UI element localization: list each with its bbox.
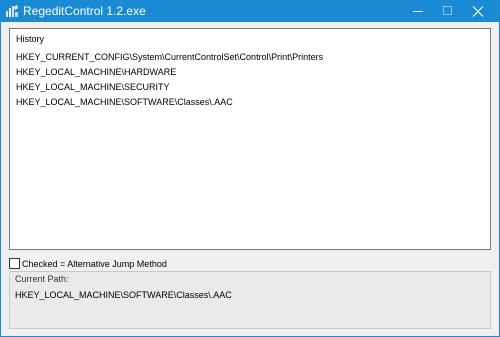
history-item[interactable]: HKEY_LOCAL_MACHINE\SECURITY [16, 80, 323, 95]
alt-jump-label[interactable]: Checked = Alternative Jump Method [22, 258, 167, 270]
history-list: HKEY_CURRENT_CONFIG\System\CurrentContro… [16, 50, 323, 110]
history-list-box[interactable]: History HKEY_CURRENT_CONFIG\System\Curre… [9, 28, 491, 250]
history-item[interactable]: HKEY_LOCAL_MACHINE\HARDWARE [16, 65, 323, 80]
current-path-value: HKEY_LOCAL_MACHINE\SOFTWARE\Classes\.AAC [15, 290, 232, 300]
regedit-app-icon[interactable] [5, 4, 19, 18]
minimize-button[interactable] [403, 1, 433, 22]
maximize-button[interactable] [433, 1, 463, 22]
title-bar[interactable]: RegeditControl 1.2.exe [1, 1, 499, 22]
history-header: History [16, 34, 45, 44]
window-title: RegeditControl 1.2.exe [23, 4, 146, 18]
current-path-label: Current Path: [15, 274, 69, 284]
close-button[interactable] [463, 1, 493, 22]
history-item[interactable]: HKEY_CURRENT_CONFIG\System\CurrentContro… [16, 50, 323, 65]
maximize-icon [443, 6, 452, 15]
app-window: RegeditControl 1.2.exe History HKEY_CURR… [0, 0, 500, 337]
alt-jump-checkbox[interactable] [9, 258, 20, 269]
minimize-icon [413, 11, 423, 12]
close-icon [472, 6, 484, 17]
history-item[interactable]: HKEY_LOCAL_MACHINE\SOFTWARE\Classes\.AAC [16, 95, 323, 110]
current-path-panel: Current Path: HKEY_LOCAL_MACHINE\SOFTWAR… [9, 271, 491, 329]
